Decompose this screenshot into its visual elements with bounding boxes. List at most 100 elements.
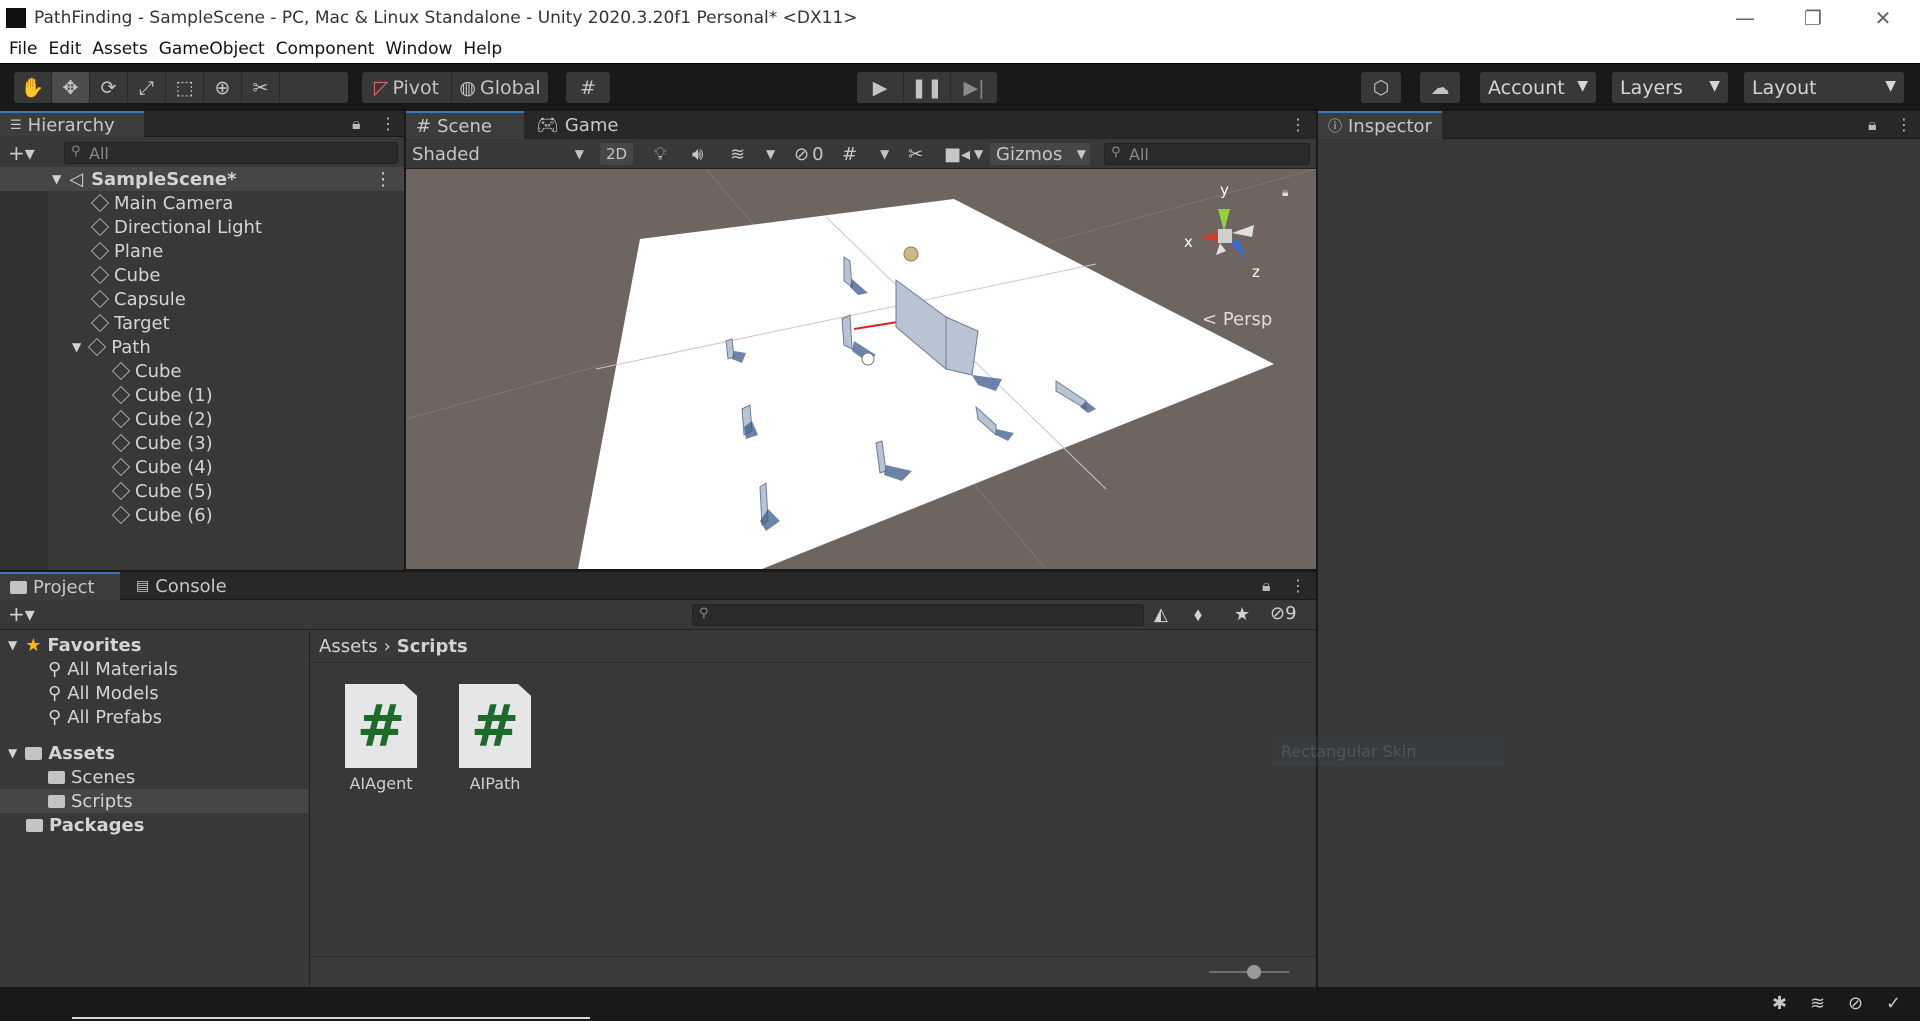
scene-row[interactable]: ▼ ◁ SampleScene* ⋮ [0, 167, 404, 191]
hidden-packages-toggle[interactable]: ⊘9 [1270, 603, 1297, 624]
folder-row[interactable]: Scenes [0, 765, 308, 789]
chevron-down-icon[interactable]: ▼ [766, 143, 775, 165]
camera-icon[interactable]: ■◂ [944, 143, 970, 165]
tab-scene[interactable]: # Scene [406, 111, 524, 139]
move-tool-icon[interactable]: ✥ [52, 72, 90, 103]
chevron-down-icon[interactable]: ▼ [974, 143, 983, 165]
minimize-button[interactable]: — [1710, 0, 1780, 35]
menu-help[interactable]: Help [461, 39, 504, 59]
favorites-row[interactable]: ▼ ★ Favorites [0, 633, 308, 657]
menu-component[interactable]: Component [274, 39, 377, 59]
expand-arrow-icon[interactable]: ▼ [52, 172, 61, 186]
pause-icon[interactable]: ❚❚ [904, 72, 951, 103]
grid-toggle-icon[interactable]: # [842, 143, 857, 165]
light-gizmo-icon[interactable] [903, 246, 919, 262]
hierarchy-search-input[interactable]: ⚲ All [64, 142, 398, 164]
layout-dropdown[interactable]: Layout ▼ [1744, 72, 1904, 103]
expand-arrow-icon[interactable]: ▼ [8, 746, 17, 760]
shading-mode-dropdown[interactable]: Shaded ▼ [412, 143, 590, 165]
label-tag-icon[interactable]: ⬧ [1194, 604, 1202, 625]
hierarchy-child-item[interactable]: Cube (5) [0, 479, 404, 503]
expand-arrow-icon[interactable]: ▼ [8, 638, 17, 652]
menu-assets[interactable]: Assets [90, 39, 149, 59]
packages-row[interactable]: Packages [0, 813, 308, 837]
hierarchy-child-item[interactable]: Cube (1) [0, 383, 404, 407]
custom-tool-icon[interactable]: ✂ [242, 72, 280, 103]
global-toggle[interactable]: ◍ Global [452, 72, 548, 103]
scene-viewport[interactable]: y x z 🔒︎ < Persp [406, 169, 1316, 569]
audio-icon[interactable]: 🔊︎ [692, 143, 703, 165]
kebab-menu-icon[interactable]: ⋮ [1896, 115, 1912, 134]
hierarchy-child-item[interactable]: Cube (2) [0, 407, 404, 431]
hierarchy-item[interactable]: Directional Light [0, 215, 404, 239]
tab-inspector[interactable]: ⓘ Inspector [1318, 111, 1442, 139]
menu-edit[interactable]: Edit [46, 39, 83, 59]
expand-arrow-icon[interactable]: ▼ [72, 340, 81, 354]
star-icon[interactable]: ★ [1234, 604, 1250, 625]
menu-file[interactable]: File [7, 39, 39, 59]
menu-window[interactable]: Window [383, 39, 454, 59]
create-plus-icon[interactable]: +▾ [8, 602, 35, 626]
check-icon[interactable]: ✓ [1886, 993, 1901, 1014]
lock-icon[interactable]: 🔒︎ [352, 114, 361, 134]
play-icon[interactable]: ▶ [857, 72, 904, 103]
hierarchy-item[interactable]: Target [0, 311, 404, 335]
hierarchy-item[interactable]: Plane [0, 239, 404, 263]
grid-snap-icon[interactable]: # [566, 72, 610, 103]
hierarchy-item[interactable]: ▼ Path [0, 335, 404, 359]
scale-tool-icon[interactable]: ⤢ [128, 72, 166, 103]
effects-icon[interactable]: ≋ [730, 143, 745, 165]
close-button[interactable]: ✕ [1848, 0, 1918, 35]
collab-icon[interactable]: ⬡ [1361, 72, 1401, 103]
cache-icon[interactable]: ≋ [1810, 993, 1825, 1014]
kebab-menu-icon[interactable]: ⋮ [374, 169, 392, 190]
lock-icon[interactable]: 🔒︎ [1282, 185, 1288, 200]
rotate-tool-icon[interactable]: ⟳ [90, 72, 128, 103]
filter-type-icon[interactable]: ◭ [1154, 604, 1168, 625]
cloud-icon[interactable]: ☁ [1420, 72, 1460, 103]
layers-dropdown[interactable]: Layers ▼ [1612, 72, 1728, 103]
tab-project[interactable]: Project [0, 572, 120, 600]
hierarchy-child-item[interactable]: Cube [0, 359, 404, 383]
favorite-item[interactable]: ⚲ All Prefabs [0, 705, 308, 729]
capsule-object[interactable] [861, 352, 875, 366]
gizmos-dropdown[interactable]: Gizmos ▼ [990, 143, 1090, 165]
scene-search-input[interactable]: ⚲ All [1104, 143, 1310, 165]
hierarchy-child-item[interactable]: Cube (4) [0, 455, 404, 479]
project-search-input[interactable]: ⚲ [692, 604, 1144, 626]
tools-icon[interactable]: ✂ [908, 143, 923, 165]
folder-row-selected[interactable]: Scripts [0, 789, 308, 813]
hidden-objects-toggle[interactable]: ⊘ 0 [794, 143, 824, 165]
script-asset[interactable]: # AIAgent [331, 684, 431, 793]
auto-refresh-icon[interactable]: ⊘ [1848, 993, 1863, 1014]
script-asset[interactable]: # AIPath [445, 684, 545, 793]
perspective-toggle[interactable]: < Persp [1202, 309, 1272, 330]
hierarchy-item[interactable]: Capsule [0, 287, 404, 311]
create-plus-icon[interactable]: +▾ [8, 141, 35, 165]
tab-hierarchy[interactable]: ☰ Hierarchy [0, 111, 144, 137]
hierarchy-child-item[interactable]: Cube (6) [0, 503, 404, 527]
step-icon[interactable]: ▶| [951, 72, 997, 103]
lock-icon[interactable]: 🔒︎ [1868, 115, 1877, 135]
hierarchy-item[interactable]: Cube [0, 263, 404, 287]
assets-row[interactable]: ▼ Assets [0, 741, 308, 765]
hierarchy-child-item[interactable]: Cube (3) [0, 431, 404, 455]
breadcrumb-current[interactable]: Scripts [397, 636, 468, 657]
hierarchy-item[interactable]: Main Camera [0, 191, 404, 215]
kebab-menu-icon[interactable]: ⋮ [380, 114, 396, 133]
orientation-gizmo[interactable]: y x z [1176, 181, 1286, 291]
favorite-item[interactable]: ⚲ All Materials [0, 657, 308, 681]
kebab-menu-icon[interactable]: ⋮ [1290, 115, 1306, 134]
breadcrumb-root[interactable]: Assets [319, 636, 378, 657]
kebab-menu-icon[interactable]: ⋮ [1290, 576, 1306, 595]
tab-console[interactable]: ▤ Console [126, 572, 237, 600]
restore-button[interactable]: ❐ [1778, 0, 1848, 35]
hand-tool-icon[interactable]: ✋ [14, 72, 52, 103]
bug-icon[interactable]: ✱ [1772, 993, 1787, 1014]
zoom-slider-handle[interactable] [1247, 965, 1261, 979]
2d-toggle[interactable]: 2D [600, 143, 634, 165]
chevron-down-icon[interactable]: ▼ [880, 143, 889, 165]
tab-game[interactable]: 🎮︎ Game [526, 111, 628, 139]
menu-gameobject[interactable]: GameObject [157, 39, 267, 59]
account-dropdown[interactable]: Account ▼ [1480, 72, 1596, 103]
